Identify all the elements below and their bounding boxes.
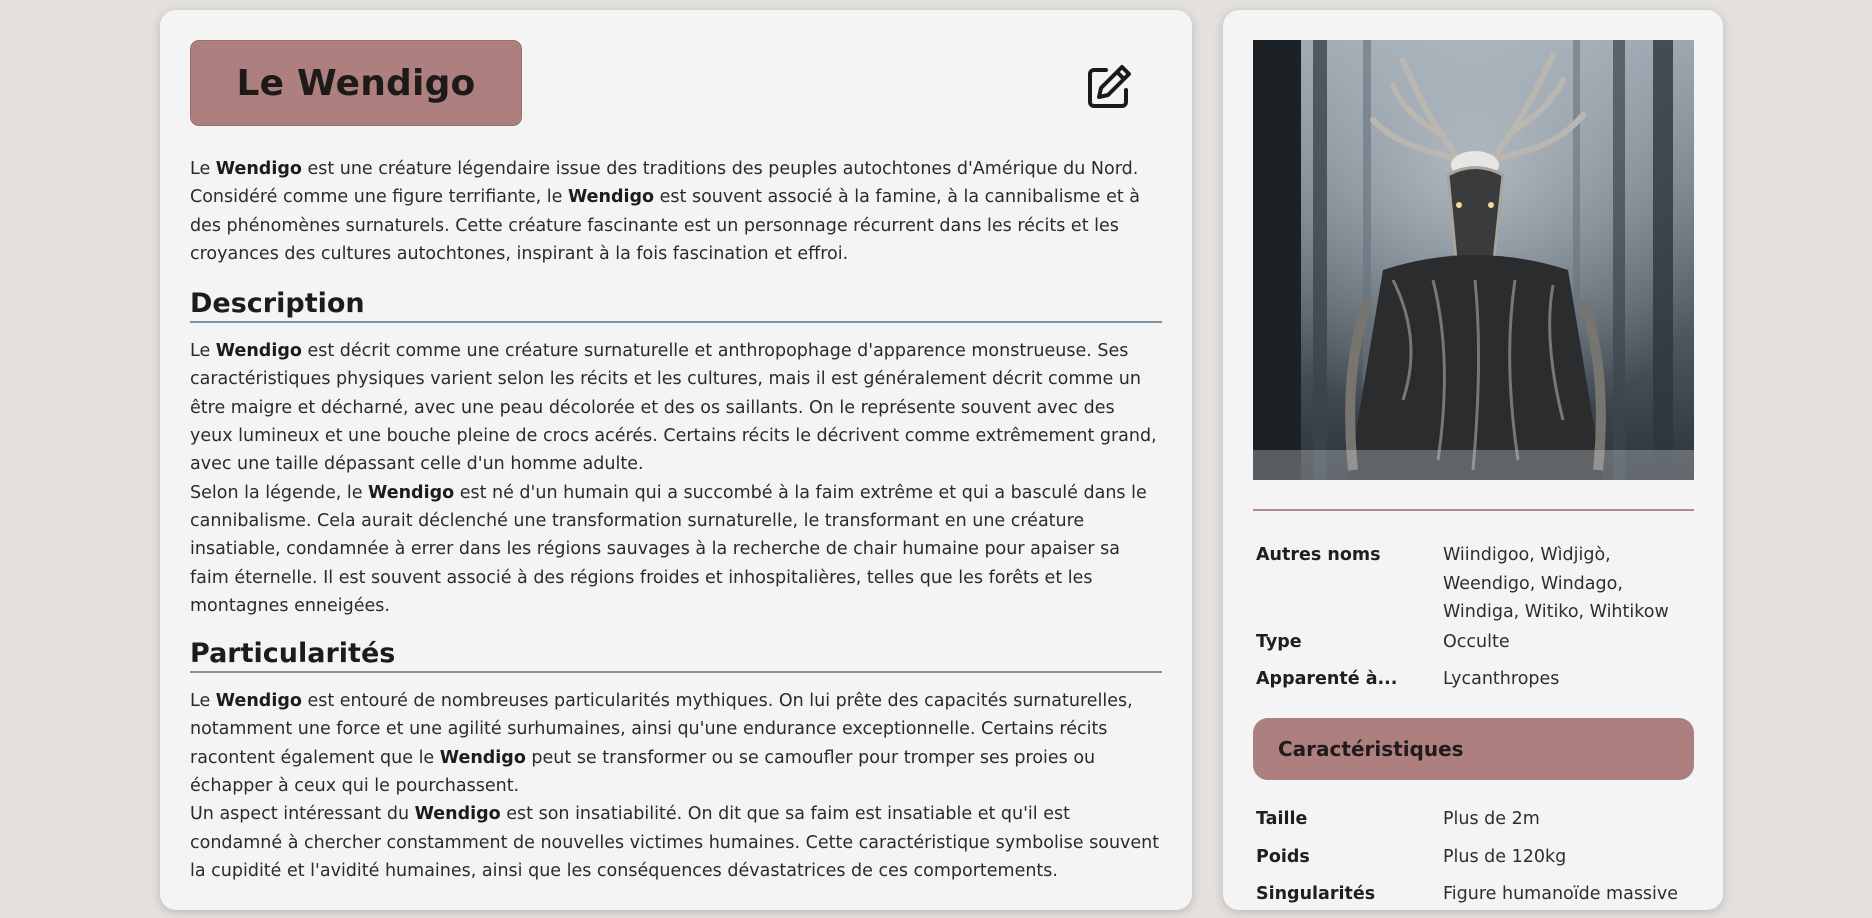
info-key: Type bbox=[1256, 631, 1302, 652]
emphasis-text: Wendigo bbox=[215, 159, 302, 179]
infobox-divider bbox=[1253, 509, 1694, 511]
emphasis-text: Wendigo bbox=[368, 482, 455, 503]
characteristic-key: Singularités bbox=[1256, 884, 1376, 904]
description-paragraph: Le Wendigo est décrit comme une créature… bbox=[190, 341, 1157, 475]
article-panel: Le Wendigo Le Wendigo est une créature l… bbox=[160, 10, 1192, 910]
emphasis-text: Wendigo bbox=[414, 804, 501, 825]
section-heading-particularites: Particularités bbox=[190, 638, 1162, 674]
characteristic-value: Figure humanoïde massive bbox=[1443, 884, 1679, 904]
info-value: Lycanthropes bbox=[1443, 669, 1560, 689]
particularites-paragraph: Un aspect intéressant du Wendigo est son… bbox=[190, 804, 1160, 881]
info-row: Apparenté à... Lycanthropes bbox=[1253, 665, 1694, 694]
characteristic-key: Poids bbox=[1256, 846, 1310, 867]
portrait-illustration bbox=[1253, 40, 1694, 480]
info-key: Autres noms bbox=[1256, 545, 1381, 565]
edit-button[interactable] bbox=[1082, 60, 1136, 114]
characteristic-row: Poids Plus de 120kg bbox=[1253, 843, 1694, 872]
wendigo-portrait-image bbox=[1253, 40, 1694, 480]
characteristic-key: Taille bbox=[1256, 809, 1308, 829]
info-value: Occulte bbox=[1443, 631, 1510, 652]
characteristic-value: Plus de 2m bbox=[1443, 809, 1540, 829]
emphasis-text: Wendigo bbox=[215, 691, 302, 712]
characteristic-value: Plus de 120kg bbox=[1443, 846, 1567, 867]
characteristics-header: Caractéristiques bbox=[1253, 718, 1694, 780]
article-content: Le Wendigo est une créature légendaire i… bbox=[190, 155, 1162, 885]
emphasis-text: Wendigo bbox=[215, 341, 302, 362]
info-row: Autres noms Wiindigoo, Wìdjigò, Weendigo… bbox=[1253, 541, 1694, 627]
info-key: Apparenté à... bbox=[1256, 669, 1398, 689]
characteristics-table: Taille Plus de 2m Poids Plus de 120kg Si… bbox=[1253, 805, 1694, 918]
characteristic-row: Taille Plus de 2m bbox=[1253, 805, 1694, 834]
intro-paragraph: Le Wendigo est une créature légendaire i… bbox=[190, 159, 1141, 264]
page-title: Le Wendigo bbox=[236, 62, 476, 104]
characteristic-row: Singularités Figure humanoïde massive bbox=[1253, 880, 1694, 909]
description-paragraph: Selon la légende, le Wendigo est né d'un… bbox=[190, 482, 1147, 616]
emphasis-text: Wendigo bbox=[568, 187, 655, 208]
info-value: Wiindigoo, Wìdjigò, Weendigo, Windago, W… bbox=[1443, 545, 1669, 622]
edit-pencil-icon bbox=[1088, 65, 1131, 108]
section-heading-description: Description bbox=[190, 288, 1162, 324]
particularites-paragraph: Le Wendigo est entouré de nombreuses par… bbox=[190, 691, 1133, 797]
info-table: Autres noms Wiindigoo, Wìdjigò, Weendigo… bbox=[1253, 541, 1694, 703]
title-banner: Le Wendigo bbox=[190, 40, 522, 126]
infobox-panel: Autres noms Wiindigoo, Wìdjigò, Weendigo… bbox=[1223, 10, 1723, 910]
emphasis-text: Wendigo bbox=[439, 747, 526, 768]
info-row: Type Occulte bbox=[1253, 628, 1694, 657]
